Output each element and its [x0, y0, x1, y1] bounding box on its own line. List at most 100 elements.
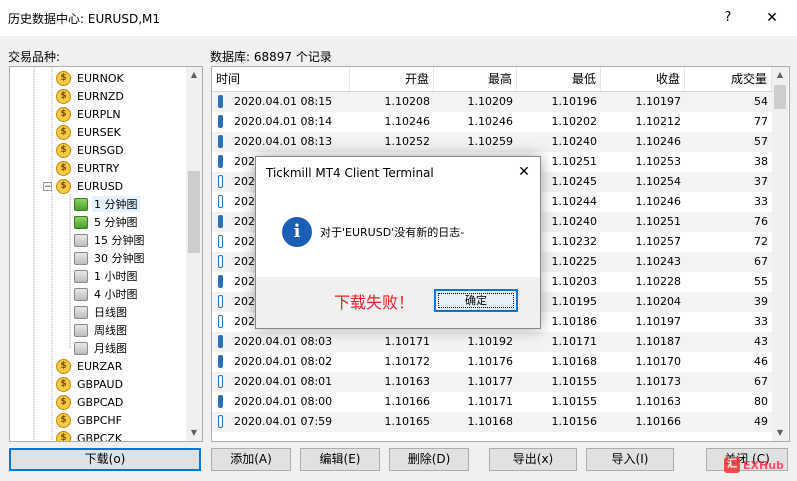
- watermark-logo-icon: 汇: [724, 457, 740, 473]
- low-cell: 1.10155: [551, 375, 598, 388]
- table-row[interactable]: 2020.04.01 08:01 1.10163 1.10177 1.10155 1.1…: [212, 372, 772, 392]
- tree-item-label: EURUSD: [77, 179, 124, 193]
- tree-item[interactable]: 周线图: [74, 321, 129, 339]
- db-green-icon: [74, 215, 88, 229]
- tree-item[interactable]: $ EURNOK: [56, 69, 126, 87]
- volume-cell: 49: [754, 415, 768, 428]
- time-cell: 2020.04.01 08:00: [234, 395, 333, 408]
- edit-button[interactable]: 编辑(E): [300, 448, 380, 471]
- table-row[interactable]: 2020.04.01 08:03 1.10171 1.10192 1.10171 1.1…: [212, 332, 772, 352]
- download-failed-annotation: 下载失败！: [334, 293, 415, 312]
- tree-item[interactable]: 30 分钟图: [74, 249, 147, 267]
- low-cell: 1.10196: [551, 95, 598, 108]
- tree-item-label: 5 分钟图: [94, 216, 138, 229]
- coin-icon: $: [56, 394, 71, 410]
- close-cell: 1.10204: [635, 295, 682, 308]
- import-button[interactable]: 导入(I): [586, 448, 674, 471]
- symbol-tree[interactable]: $ EURNOK $ EURNZD $ EURPLN $ EURSEK $ EURSGD $ EURT…: [9, 66, 203, 442]
- dialog-ok-button[interactable]: 确定: [434, 289, 518, 312]
- dialog-footer: 下载失败！ 确定: [256, 277, 540, 328]
- scroll-down-arrow-icon[interactable]: ▼: [186, 425, 202, 441]
- low-cell: 1.10155: [551, 395, 598, 408]
- add-button[interactable]: 添加(A): [211, 448, 291, 471]
- window-close-button[interactable]: ✕: [758, 6, 786, 30]
- scroll-down-arrow-icon[interactable]: ▼: [772, 425, 788, 441]
- db-grey-icon: [74, 251, 88, 265]
- tree-item[interactable]: $ GBPCAD: [56, 393, 125, 411]
- tree-item[interactable]: $ EURSEK: [56, 123, 123, 141]
- table-row[interactable]: 2020.04.01 08:02 1.10172 1.10176 1.10168 1.1…: [212, 352, 772, 372]
- volume-cell: 76: [754, 215, 768, 228]
- close-cell: 1.10246: [635, 135, 682, 148]
- tree-item[interactable]: 1 分钟图: [74, 195, 140, 213]
- volume-cell: 43: [754, 335, 768, 348]
- tree-item[interactable]: $ EURPLN: [56, 105, 123, 123]
- candle-icon: [218, 115, 223, 128]
- scroll-thumb[interactable]: [188, 171, 200, 253]
- tree-item[interactable]: $ GBPCHF: [56, 411, 124, 429]
- scroll-thumb[interactable]: [774, 85, 786, 109]
- high-cell: 1.10168: [467, 415, 514, 428]
- coin-icon: $: [56, 430, 71, 441]
- candle-icon: [218, 235, 223, 248]
- open-cell: 1.10165: [384, 415, 431, 428]
- delete-button[interactable]: 删除(D): [389, 448, 469, 471]
- high-cell: 1.10177: [467, 375, 514, 388]
- tree-item-label: 4 小时图: [94, 288, 138, 301]
- tree-item[interactable]: 4 小时图: [74, 285, 140, 303]
- tree-item[interactable]: − $ EURUSD: [43, 177, 125, 195]
- table-row[interactable]: 2020.04.01 08:13 1.10252 1.10259 1.10240 1.1…: [212, 132, 772, 152]
- time-cell: 2020.04.01 08:03: [234, 335, 333, 348]
- candle-icon: [218, 255, 223, 268]
- volume-cell: 38: [754, 155, 768, 168]
- candle-icon: [218, 275, 223, 288]
- tree-item[interactable]: 15 分钟图: [74, 231, 147, 249]
- table-row[interactable]: 2020.04.01 08:14 1.10246 1.10246 1.10202 1.1…: [212, 112, 772, 132]
- help-button[interactable]: ?: [716, 6, 740, 30]
- column-header[interactable]: 成交量: [685, 67, 772, 91]
- column-header[interactable]: 开盘: [350, 67, 434, 91]
- tree-item[interactable]: 1 小时图: [74, 267, 140, 285]
- close-cell: 1.10228: [635, 275, 682, 288]
- table-row[interactable]: 2020.04.01 08:00 1.10166 1.10171 1.10155 1.1…: [212, 392, 772, 412]
- tree-item[interactable]: $ EURSGD: [56, 141, 126, 159]
- tree-item[interactable]: 月线图: [74, 339, 129, 357]
- dialog-close-button[interactable]: ✕: [514, 162, 534, 182]
- tree-item[interactable]: $ EURTRY: [56, 159, 121, 177]
- tree-item[interactable]: $ GBPAUD: [56, 375, 125, 393]
- column-header[interactable]: 最高: [434, 67, 517, 91]
- volume-cell: 39: [754, 295, 768, 308]
- scroll-up-arrow-icon[interactable]: ▲: [186, 67, 202, 83]
- db-grey-icon: [74, 305, 88, 319]
- high-cell: 1.10171: [467, 395, 514, 408]
- export-button[interactable]: 导出(x): [489, 448, 577, 471]
- tree-item-label: GBPCAD: [77, 395, 124, 409]
- collapse-toggle-icon[interactable]: −: [43, 181, 52, 191]
- download-button[interactable]: 下载(o): [9, 448, 201, 471]
- high-cell: 1.10259: [467, 135, 514, 148]
- tree-item[interactable]: $ EURNZD: [56, 87, 126, 105]
- tree-item[interactable]: 日线图: [74, 303, 129, 321]
- close-cell: 1.10187: [635, 335, 682, 348]
- tree-item[interactable]: $ EURZAR: [56, 357, 124, 375]
- candle-icon: [218, 155, 223, 168]
- tree-item-label: EURPLN: [77, 107, 121, 121]
- tree-item[interactable]: 5 分钟图: [74, 213, 140, 231]
- dialog-message: 对于'EURUSD'没有新的日志-: [320, 226, 465, 239]
- low-cell: 1.10202: [551, 115, 598, 128]
- tree-item[interactable]: $ GBPCZK: [56, 429, 124, 441]
- column-header[interactable]: 最低: [517, 67, 601, 91]
- table-scrollbar[interactable]: ▲ ▼: [772, 67, 788, 441]
- tree-scrollbar[interactable]: ▲ ▼: [186, 67, 202, 441]
- volume-cell: 77: [754, 115, 768, 128]
- high-cell: 1.10246: [467, 115, 514, 128]
- scroll-up-arrow-icon[interactable]: ▲: [772, 67, 788, 83]
- open-cell: 1.10246: [384, 115, 431, 128]
- column-header[interactable]: 收盘: [601, 67, 685, 91]
- table-row[interactable]: 2020.04.01 07:59 1.10165 1.10168 1.10156 1.1…: [212, 412, 772, 432]
- tree-item-label: GBPCZK: [77, 431, 123, 442]
- column-header[interactable]: 时间: [212, 67, 350, 91]
- candle-icon: [218, 375, 223, 388]
- tree-item-label: GBPCHF: [77, 413, 122, 427]
- table-row[interactable]: 2020.04.01 08:15 1.10208 1.10209 1.10196 1.1…: [212, 92, 772, 112]
